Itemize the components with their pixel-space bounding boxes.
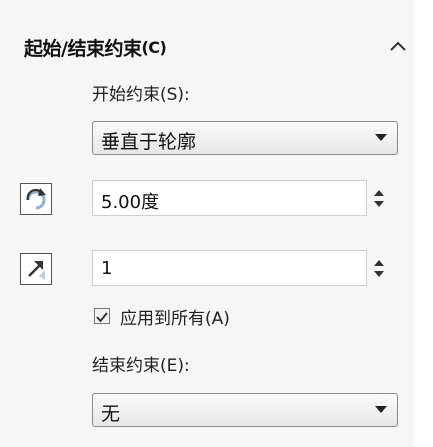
section-title-shortcut: (C) <box>141 38 167 57</box>
start-constraint-select[interactable]: 垂直于轮廓 <box>92 121 398 155</box>
start-constraint-value: 垂直于轮廓 <box>101 131 197 153</box>
rotate-icon <box>20 183 52 215</box>
angle-value: 5.00度 <box>101 192 160 213</box>
end-constraint-value: 无 <box>101 403 121 425</box>
tangent-length-input[interactable]: 1 <box>92 250 367 286</box>
tangent-length-value: 1 <box>101 258 113 279</box>
chevron-up-icon[interactable] <box>388 38 408 54</box>
checkmark-icon <box>96 312 108 323</box>
angle-spinner[interactable] <box>370 180 388 216</box>
end-constraint-select[interactable]: 无 <box>92 393 398 427</box>
apply-to-all-checkbox[interactable] <box>94 308 110 324</box>
start-constraint-label: 开始约束(S): <box>92 85 190 105</box>
section-header[interactable]: 起始/结束约束 (C) <box>24 34 167 61</box>
section-title: 起始/结束约束 <box>24 38 142 60</box>
dropdown-arrow-icon <box>375 406 387 413</box>
start-end-constraints-panel: 起始/结束约束 (C) 开始约束(S): 垂直于轮廓 5.00度 1 应用到所有… <box>0 0 414 447</box>
dropdown-arrow-icon <box>375 134 387 141</box>
arrow-up-left-icon <box>20 253 52 285</box>
angle-input[interactable]: 5.00度 <box>92 180 367 216</box>
apply-to-all-label[interactable]: 应用到所有(A) <box>120 304 230 329</box>
spin-down-icon[interactable] <box>374 271 384 277</box>
spin-up-icon[interactable] <box>374 190 384 196</box>
end-constraint-label: 结束约束(E): <box>92 356 190 376</box>
tangent-length-spinner[interactable] <box>370 250 388 286</box>
spin-down-icon[interactable] <box>374 201 384 207</box>
spin-up-icon[interactable] <box>374 260 384 266</box>
